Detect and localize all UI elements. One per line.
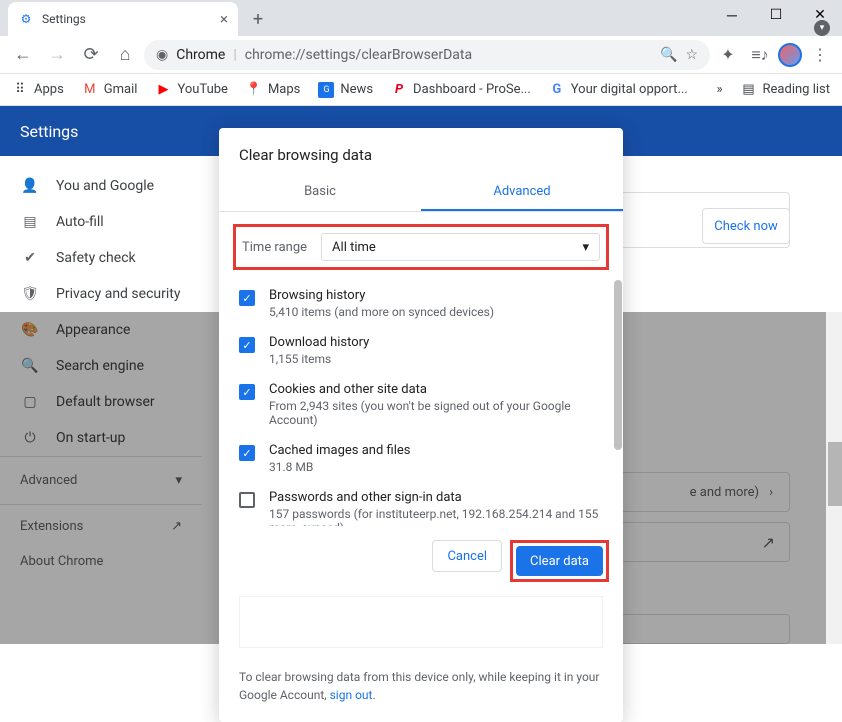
checkbox-checked-icon[interactable]: ✓ (239, 290, 255, 306)
time-range-select[interactable]: All time ▾ (321, 233, 600, 261)
check-cache[interactable]: ✓ Cached images and files31.8 MB (239, 435, 603, 482)
browser-tab[interactable]: ⚙ Settings × (8, 2, 238, 36)
page-title: Settings (20, 122, 78, 141)
shield-icon: 🛡 (20, 286, 40, 302)
check-download-history[interactable]: ✓ Download history1,155 items (239, 327, 603, 374)
news-icon: G (318, 82, 334, 98)
dialog-actions: Cancel Clear data (219, 526, 623, 596)
clear-data-highlight: Clear data (510, 540, 609, 582)
check-now-button[interactable]: Check now (702, 208, 790, 244)
chrome-icon: ◉ (156, 47, 168, 63)
google-icon: G (549, 82, 565, 98)
home-button[interactable]: ⌂ (110, 40, 140, 70)
sidebar-item-autofill[interactable]: ▤Auto-fill (0, 204, 202, 240)
clear-data-button[interactable]: Clear data (516, 546, 603, 576)
bookmark-youtube[interactable]: ▶YouTube (155, 82, 228, 98)
cancel-button[interactable]: Cancel (432, 540, 502, 572)
sidebar-item-privacy[interactable]: 🛡Privacy and security (0, 276, 202, 312)
bookmark-digital[interactable]: GYour digital opport... (549, 82, 688, 98)
new-tab-button[interactable]: + (244, 5, 272, 33)
bookmark-gmail[interactable]: MGmail (82, 82, 138, 98)
bookmark-apps[interactable]: ⠿Apps (12, 82, 64, 98)
page-scrollbar-thumb[interactable] (828, 442, 842, 506)
bookmark-dashboard[interactable]: PDashboard - ProSe... (391, 82, 531, 98)
dialog-tabs: Basic Advanced (219, 174, 623, 212)
minimize-button[interactable]: ─ (710, 0, 754, 30)
tab-advanced[interactable]: Advanced (421, 174, 623, 211)
clear-data-dialog: Clear browsing data Basic Advanced Time … (219, 128, 623, 722)
person-icon: 👤 (20, 178, 40, 194)
reload-button[interactable]: ⟳ (76, 40, 106, 70)
chrome-label: Chrome (176, 47, 225, 63)
time-range-label: Time range (242, 240, 307, 255)
apps-icon: ⠿ (12, 82, 28, 98)
sidebar-item-you[interactable]: 👤You and Google (0, 168, 202, 204)
extensions-icon[interactable]: ✦ (714, 41, 742, 69)
check-passwords[interactable]: Passwords and other sign-in data157 pass… (239, 482, 603, 526)
gear-icon: ⚙ (18, 11, 34, 27)
tab-basic[interactable]: Basic (219, 174, 421, 211)
checkbox-checked-icon[interactable]: ✓ (239, 445, 255, 461)
checkbox-checked-icon[interactable]: ✓ (239, 384, 255, 400)
address-bar[interactable]: ◉ Chrome | chrome://settings/clearBrowse… (144, 40, 710, 70)
avatar[interactable] (778, 43, 802, 67)
check-cookies[interactable]: ✓ Cookies and other site dataFrom 2,943 … (239, 374, 603, 435)
check-browsing-history[interactable]: ✓ Browsing history5,410 items (and more … (239, 280, 603, 327)
checkbox-checked-icon[interactable]: ✓ (239, 337, 255, 353)
bookmarks-bar: ⠿Apps MGmail ▶YouTube 📍Maps GNews PDashb… (0, 74, 842, 106)
sign-out-link[interactable]: sign out (330, 688, 373, 702)
maximize-button[interactable]: ☐ (754, 0, 798, 30)
time-range-row: Time range All time ▾ (233, 224, 609, 270)
close-window-button[interactable]: ✕ (798, 0, 842, 30)
menu-icon[interactable]: ⋮ (806, 41, 834, 69)
autofill-icon: ▤ (20, 214, 40, 230)
youtube-icon: ▶ (155, 82, 171, 98)
maps-icon: 📍 (246, 82, 262, 98)
shield-check-icon: ✔ (20, 250, 40, 266)
sidebar-item-safety[interactable]: ✔Safety check (0, 240, 202, 276)
bookmark-maps[interactable]: 📍Maps (246, 82, 300, 98)
browser-toolbar: ← → ⟳ ⌂ ◉ Chrome | chrome://settings/cle… (0, 36, 842, 74)
chevron-down-icon: ▾ (582, 240, 589, 255)
dialog-body: ✓ Browsing history5,410 items (and more … (219, 280, 623, 526)
bookmark-news[interactable]: GNews (318, 82, 373, 98)
reading-list[interactable]: ▤Reading list (741, 82, 830, 98)
search-icon[interactable]: 🔍 (660, 47, 677, 63)
bookmark-overflow[interactable]: » (716, 82, 722, 97)
media-icon[interactable]: ≡♪ (746, 41, 774, 69)
dialog-scrollbar[interactable] (614, 280, 622, 450)
window-controls: ─ ☐ ✕ (710, 0, 842, 30)
dialog-footer: To clear browsing data from this device … (219, 656, 623, 722)
dialog-title: Clear browsing data (219, 128, 623, 174)
checkbox-empty-icon[interactable] (239, 492, 255, 508)
star-icon[interactable]: ☆ (685, 47, 698, 63)
close-icon[interactable]: × (220, 10, 228, 28)
url-text: chrome://settings/clearBrowserData (245, 47, 472, 63)
forward-button[interactable]: → (42, 40, 72, 70)
gmail-icon: M (82, 82, 98, 98)
list-icon: ▤ (741, 82, 757, 98)
tab-title: Settings (42, 12, 86, 26)
back-button[interactable]: ← (8, 40, 38, 70)
pinterest-icon: P (391, 82, 407, 98)
